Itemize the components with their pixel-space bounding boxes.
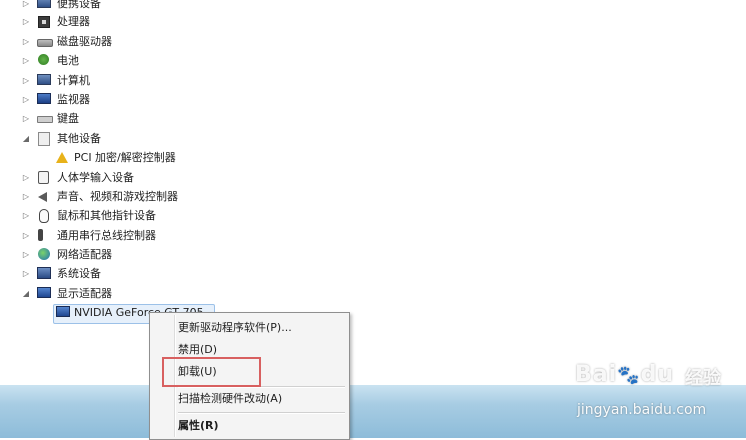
tree-item-label: 声音、视频和游戏控制器 (57, 190, 178, 203)
expand-arrow-icon[interactable]: ▷ (21, 90, 31, 109)
expand-arrow-icon[interactable]: ▷ (21, 51, 31, 70)
collapse-arrow-icon[interactable]: ◢ (21, 129, 31, 148)
expand-arrow-icon[interactable]: ▷ (21, 206, 31, 225)
baidu-watermark: Bai🐾du 经验 jingyan.baidu.com (575, 362, 746, 432)
expand-arrow-icon[interactable]: ▷ (21, 12, 31, 31)
tree-item-label: 通用串行总线控制器 (57, 229, 156, 242)
monitor-icon (37, 93, 51, 104)
tree-item-label: 监视器 (57, 93, 90, 106)
expand-arrow-icon[interactable]: ▷ (21, 226, 31, 245)
tree-item-label: 系统设备 (57, 267, 101, 280)
usb-icon (38, 229, 43, 241)
expand-arrow-icon[interactable]: ▷ (21, 187, 31, 206)
tree-item-label: 网络适配器 (57, 248, 112, 261)
menu-item-update-driver[interactable]: 更新驱动程序软件(P)... (178, 317, 292, 339)
expand-arrow-icon[interactable]: ▷ (21, 71, 31, 90)
tree-item-label: PCI 加密/解密控制器 (74, 151, 176, 164)
tree-item-label: 鼠标和其他指针设备 (57, 209, 156, 222)
menu-separator (178, 412, 345, 414)
menu-item-scan-hardware[interactable]: 扫描检测硬件改动(A) (178, 388, 282, 410)
expand-arrow-icon[interactable]: ▷ (21, 245, 31, 264)
tree-item-label: 计算机 (57, 74, 90, 87)
tree-item-label: 电池 (57, 54, 79, 67)
computer-icon (37, 0, 51, 8)
device-tree: ▷ 便携设备 ▷ 处理器 ▷ 磁盘驱动器 ▷ 电池 ▷ 计算机 ▷ 监视器 ▷ … (0, 0, 746, 382)
hid-icon (38, 171, 49, 184)
collapse-arrow-icon[interactable]: ◢ (21, 284, 31, 303)
tree-item-label: 显示适配器 (57, 287, 112, 300)
watermark-logo: Bai🐾du (575, 362, 674, 387)
keyboard-icon (37, 116, 53, 123)
tree-item-label: 键盘 (57, 112, 79, 125)
other-devices-icon (38, 132, 50, 146)
sound-icon (38, 192, 47, 202)
display-adapter-icon (37, 287, 51, 298)
expand-arrow-icon[interactable]: ▷ (21, 168, 31, 187)
tree-item-label: 磁盘驱动器 (57, 35, 112, 48)
uninstall-highlight-box (162, 357, 261, 387)
network-icon (38, 248, 50, 260)
disk-drive-icon (37, 39, 53, 47)
watermark-cn-text: 经验 (685, 368, 721, 389)
menu-item-properties[interactable]: 属性(R) (178, 415, 219, 437)
system-icon (37, 267, 51, 279)
expand-arrow-icon[interactable]: ▷ (21, 264, 31, 283)
tree-item-label: 处理器 (57, 15, 90, 28)
processor-icon (38, 16, 50, 28)
display-adapter-icon (56, 306, 70, 317)
battery-icon (38, 54, 49, 65)
tree-item-label: 其他设备 (57, 132, 101, 145)
mouse-icon (39, 209, 49, 223)
expand-arrow-icon[interactable]: ▷ (21, 32, 31, 51)
computer-icon (37, 74, 51, 85)
expand-arrow-icon[interactable]: ▷ (21, 109, 31, 128)
warning-icon (56, 152, 68, 163)
watermark-url: jingyan.baidu.com (577, 402, 707, 418)
tree-item-label: 人体学输入设备 (57, 171, 134, 184)
